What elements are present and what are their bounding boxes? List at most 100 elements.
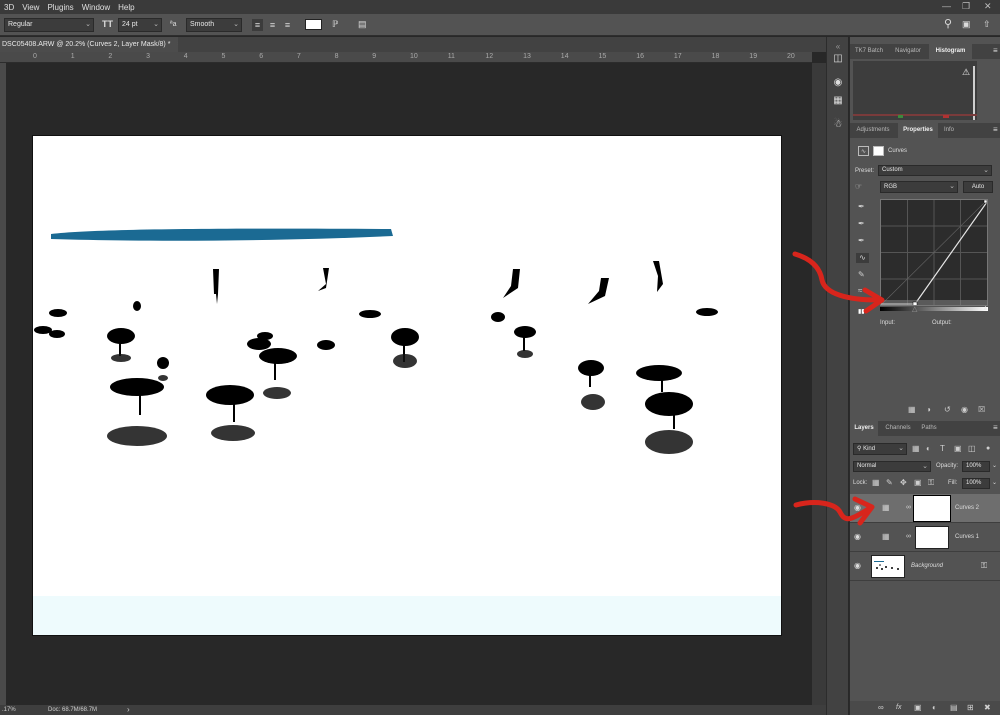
filter-adjustment-icon[interactable]: ◐ <box>926 444 931 454</box>
curves-graph[interactable] <box>880 199 988 307</box>
link-icon[interactable]: ∞ <box>906 532 911 542</box>
curve-point-tool-icon[interactable]: ∿ <box>856 253 869 263</box>
eye-icon[interactable]: ◉ <box>854 532 864 542</box>
menu-plugins[interactable]: Plugins <box>43 3 77 12</box>
menu-help[interactable]: Help <box>114 3 138 12</box>
target-adjust-icon[interactable]: ☞ <box>855 182 862 192</box>
lock-transparent-icon[interactable]: ▦ <box>872 478 880 488</box>
character-panel-icon[interactable]: ▤ <box>358 18 367 30</box>
white-point-eyedropper-icon[interactable]: ✒ <box>858 236 865 246</box>
preset-select[interactable]: Custom ⌄ <box>878 165 992 176</box>
layer-name[interactable]: Curves 1 <box>955 534 979 540</box>
tab-paths[interactable]: Paths <box>916 421 942 436</box>
blend-mode-select[interactable]: Normal ⌄ <box>853 461 931 472</box>
background-thumbnail[interactable] <box>871 555 905 578</box>
plugin-icon[interactable]: ◫ <box>832 53 844 65</box>
align-right-icon[interactable]: ≡ <box>282 19 293 31</box>
new-adjustment-icon[interactable]: ◐ <box>932 703 937 713</box>
text-color-swatch[interactable] <box>305 19 322 30</box>
eye-icon[interactable]: ◉ <box>854 561 864 571</box>
share-icon[interactable]: ⇧ <box>983 18 991 30</box>
align-left-icon[interactable]: ≡ <box>252 19 263 31</box>
smooth-curve-icon[interactable]: ≈ <box>858 286 862 296</box>
libraries-icon[interactable]: ☃ <box>832 119 844 131</box>
vertical-scrollbar[interactable] <box>812 63 826 705</box>
link-icon[interactable]: ∞ <box>906 503 911 513</box>
panel-menu-icon[interactable]: ≡ <box>993 423 998 432</box>
filter-toggle-icon[interactable]: ● <box>986 444 990 454</box>
chevron-down-icon[interactable]: ⌄ <box>992 462 997 469</box>
layer-name[interactable]: Background <box>911 563 943 569</box>
font-size-select[interactable]: 24 pt ⌄ <box>118 18 162 32</box>
warning-icon[interactable]: ⚠ <box>962 67 970 78</box>
fill-input[interactable]: 100% <box>962 478 990 489</box>
search-icon[interactable]: ⚲ <box>944 18 952 30</box>
view-previous-state-icon[interactable]: ◑ <box>926 405 931 415</box>
add-mask-icon[interactable]: ▣ <box>914 703 922 713</box>
input-slider-icon[interactable]: △ <box>912 305 917 313</box>
minimize-button[interactable]: — <box>942 1 951 11</box>
close-window-button[interactable]: ✕ <box>984 1 992 12</box>
layer-name[interactable]: Curves 2 <box>955 505 979 511</box>
panel-menu-icon[interactable]: ≡ <box>993 46 998 55</box>
toggle-visibility-icon[interactable]: ◉ <box>961 405 968 415</box>
document-tab[interactable]: DSC05408.ARW @ 20.2% (Curves 2, Layer Ma… <box>0 37 178 52</box>
lock-artboard-icon[interactable]: ▣ <box>914 478 922 488</box>
filter-shape-icon[interactable]: ▣ <box>954 444 962 454</box>
auto-button[interactable]: Auto <box>963 181 993 193</box>
layer-row-curves-2[interactable]: ◉ ▦ ∞ Curves 2 <box>850 494 1000 523</box>
antialias-select[interactable]: Smooth ⌄ <box>186 18 242 32</box>
channel-select[interactable]: RGB ⌄ <box>880 181 958 193</box>
tab-histogram[interactable]: Histogram <box>929 44 972 59</box>
layer-mask-thumbnail[interactable] <box>913 495 951 522</box>
filter-smart-object-icon[interactable]: ◫ <box>968 444 976 454</box>
menu-view[interactable]: View <box>18 3 43 12</box>
align-center-icon[interactable]: ≡ <box>267 19 278 31</box>
lock-image-icon[interactable]: ✎ <box>886 478 893 488</box>
white-slider-icon[interactable]: ▲ <box>982 305 989 312</box>
panel-menu-icon[interactable]: ≡ <box>993 125 998 134</box>
lock-all-icon[interactable]: ⚿ <box>928 478 934 488</box>
delete-layer-icon[interactable]: ✖ <box>984 703 991 713</box>
zoom-readout[interactable]: .17% <box>2 705 16 715</box>
layer-row-background[interactable]: ◉ Background ⚿ <box>850 552 1000 581</box>
warp-text-icon[interactable]: ℙ <box>332 18 338 30</box>
lock-position-icon[interactable]: ✥ <box>900 478 907 488</box>
tab-adjustments[interactable]: Adjustments <box>850 123 896 138</box>
curve-options-icon[interactable]: ▮▮ <box>858 308 865 315</box>
tab-layers[interactable]: Layers <box>850 421 878 436</box>
color-panel-icon[interactable]: ◉ <box>832 77 844 89</box>
new-layer-icon[interactable]: ⊞ <box>967 703 974 713</box>
menu-window[interactable]: Window <box>78 3 114 12</box>
font-style-select[interactable]: Regular ⌄ <box>4 18 94 32</box>
chevron-down-icon[interactable]: ⌄ <box>992 479 997 486</box>
eye-icon[interactable]: ◉ <box>854 503 864 513</box>
reset-icon[interactable]: ↺ <box>944 405 951 415</box>
status-menu-arrow[interactable]: › <box>127 705 130 715</box>
tab-info[interactable]: Info <box>938 123 960 138</box>
swatches-icon[interactable]: ▦ <box>832 95 844 107</box>
opacity-input[interactable]: 100% <box>962 461 990 472</box>
tab-tk7-batch[interactable]: TK7 Batch <box>850 44 888 59</box>
restore-button[interactable]: ❐ <box>962 1 970 12</box>
collapse-panels-icon[interactable]: « <box>832 41 844 53</box>
filter-pixel-icon[interactable]: ▦ <box>912 444 920 454</box>
document-image[interactable] <box>32 135 782 636</box>
close-tab-icon[interactable]: × <box>177 41 178 48</box>
black-point-eyedropper-icon[interactable]: ✒ <box>858 202 865 212</box>
workspace-icon[interactable]: ▣ <box>962 18 971 30</box>
new-group-icon[interactable]: ▤ <box>950 703 958 713</box>
layer-style-icon[interactable]: fx <box>896 703 901 713</box>
clip-to-layer-icon[interactable]: ▦ <box>908 405 916 415</box>
layer-filter-select[interactable]: ⚲ Kind ⌄ <box>853 443 907 455</box>
tab-channels[interactable]: Channels <box>880 421 916 436</box>
delete-adjustment-icon[interactable]: ☒ <box>978 405 985 415</box>
mask-icon[interactable] <box>873 146 884 156</box>
tab-navigator[interactable]: Navigator <box>888 44 928 59</box>
layer-mask-thumbnail[interactable] <box>915 526 949 549</box>
layer-row-curves-1[interactable]: ◉ ▦ ∞ Curves 1 <box>850 523 1000 552</box>
link-layers-icon[interactable]: ∞ <box>878 703 884 713</box>
tab-properties[interactable]: Properties <box>898 123 938 138</box>
pencil-icon[interactable]: ✎ <box>858 270 865 280</box>
gray-point-eyedropper-icon[interactable]: ✒ <box>858 219 865 229</box>
